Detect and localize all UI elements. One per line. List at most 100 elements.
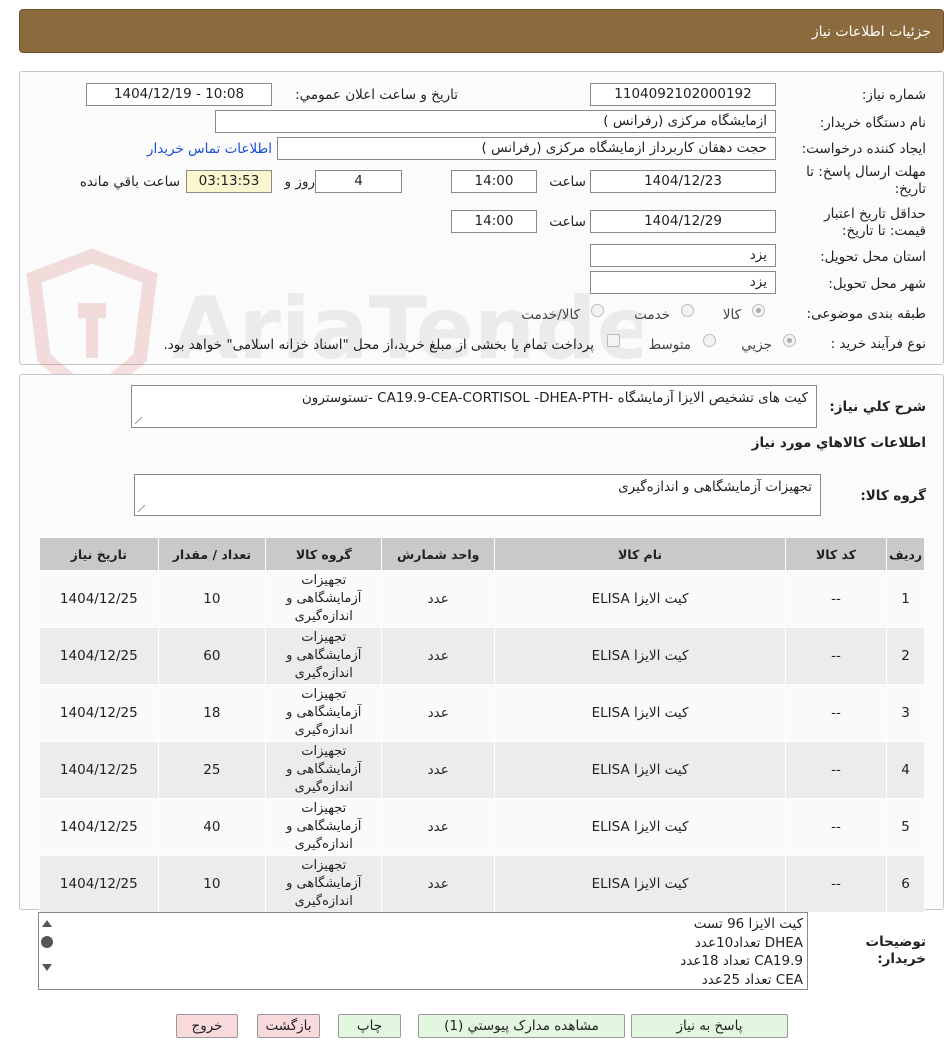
- cell-row: 2: [886, 627, 925, 685]
- cell-qty: 10: [157, 570, 267, 628]
- cell-group: تجهیزات آزمایشگاهی و اندازه‌گیری: [265, 741, 383, 799]
- cell-date: 1404/12/25: [39, 855, 159, 913]
- cell-unit: عدد: [381, 855, 496, 913]
- validity-date-field: 1404/12/29: [590, 210, 776, 233]
- cell-name: کیت الایزا ELISA: [494, 741, 786, 799]
- need-number-field: 1104092102000192: [590, 83, 776, 106]
- deadline-time-field: 14:00: [451, 170, 537, 193]
- category-radio-service[interactable]: [681, 304, 694, 317]
- cell-row: 3: [886, 684, 925, 742]
- buyer-notes-line: DHEA تعداد10عدد: [694, 934, 803, 951]
- exit-button[interactable]: خروج: [176, 1014, 238, 1038]
- scroll-up-arrow-icon[interactable]: [42, 920, 52, 927]
- province-label: استان محل تحويل:: [820, 249, 926, 265]
- cell-unit: عدد: [381, 570, 496, 628]
- buyer-notes-line: CEA تعداد 25عدد: [701, 971, 803, 988]
- category-label: طبقه بندی موضوعی:: [806, 306, 926, 322]
- treasury-payment-checkbox[interactable]: [607, 334, 620, 347]
- cell-name: کیت الایزا ELISA: [494, 798, 786, 856]
- col-unit: واحد شمارش: [381, 537, 496, 571]
- deadline-label: مهلت ارسال پاسخ: تا تاريخ:: [806, 164, 926, 197]
- validity-time-label: ساعت: [549, 214, 586, 230]
- description-label: شرح کلي نياز:: [829, 399, 926, 415]
- buyer-org-field: ازمایشگاه مرکزی (رفرانس ): [215, 110, 776, 133]
- table-row: 6 -- کیت الایزا ELISA عدد تجهیزات آزمایش…: [39, 855, 925, 913]
- col-code: کد کالا: [784, 537, 888, 571]
- col-name: نام کالا: [494, 537, 786, 571]
- table-row: 1 -- کیت الایزا ELISA عدد تجهیزات آزمایش…: [39, 570, 925, 628]
- cell-date: 1404/12/25: [39, 627, 159, 685]
- cell-code: --: [784, 684, 888, 742]
- announce-datetime-field: 1404/12/19 - 10:08: [86, 83, 272, 106]
- cell-date: 1404/12/25: [39, 798, 159, 856]
- category-option-goods-service: کالا/خدمت: [521, 307, 580, 323]
- process-radio-partial[interactable]: [783, 334, 796, 347]
- cell-group: تجهیزات آزمایشگاهی و اندازه‌گیری: [265, 798, 383, 856]
- days-remaining-field: 4: [315, 170, 402, 193]
- cell-qty: 18: [157, 684, 267, 742]
- days-label: روز و: [284, 174, 315, 190]
- deadline-date-field: 1404/12/23: [590, 170, 776, 193]
- cell-unit: عدد: [381, 741, 496, 799]
- category-radio-goods[interactable]: [752, 304, 765, 317]
- buyer-org-label: نام دستگاه خريدار:: [819, 115, 926, 131]
- col-row: رديف: [886, 537, 925, 571]
- buyer-contact-link[interactable]: اطلاعات تماس خريدار: [147, 141, 272, 157]
- resize-grip-icon[interactable]: [135, 417, 142, 424]
- cell-date: 1404/12/25: [39, 741, 159, 799]
- cell-qty: 25: [157, 741, 267, 799]
- cell-date: 1404/12/25: [39, 684, 159, 742]
- need-number-label: شماره نیاز:: [861, 87, 926, 103]
- scroll-down-arrow-icon[interactable]: [42, 964, 52, 971]
- table-row: 5 -- کیت الایزا ELISA عدد تجهیزات آزمایش…: [39, 798, 925, 856]
- cell-unit: عدد: [381, 627, 496, 685]
- city-field: یزد: [590, 271, 776, 294]
- category-option-goods: کالا: [722, 307, 741, 323]
- goods-group-text: تجهیزات آزمایشگاهی و اندازه‌گیری: [618, 479, 812, 495]
- treasury-payment-note: پرداخت تمام يا بخشی از مبلغ خريد،از محل …: [163, 337, 594, 353]
- page-header: جزئیات اطلاعات نیاز: [19, 9, 944, 53]
- cell-code: --: [784, 855, 888, 913]
- cell-group: تجهیزات آزمایشگاهی و اندازه‌گیری: [265, 570, 383, 628]
- description-textarea[interactable]: کیت های تشخیص الایزا آزمایشگاه -CA19.9-C…: [131, 385, 817, 428]
- view-attachments-button[interactable]: مشاهده مدارک پيوستي (1): [418, 1014, 625, 1038]
- validity-time-field: 14:00: [451, 210, 537, 233]
- cell-row: 5: [886, 798, 925, 856]
- category-option-service: خدمت: [634, 307, 670, 323]
- cell-name: کیت الایزا ELISA: [494, 627, 786, 685]
- category-radio-goods-service[interactable]: [591, 304, 604, 317]
- print-button[interactable]: چاپ: [338, 1014, 401, 1038]
- cell-unit: عدد: [381, 684, 496, 742]
- cell-group: تجهیزات آزمایشگاهی و اندازه‌گیری: [265, 627, 383, 685]
- city-label: شهر محل تحويل:: [828, 276, 926, 292]
- creator-field: حجت دهقان کاربرداز ازمایشگاه مرکزی (رفرا…: [277, 137, 776, 160]
- buyer-notes-label: توضيحات خريدار:: [865, 934, 926, 967]
- announce-label: تاریخ و ساعت اعلان عمومي:: [295, 87, 458, 103]
- cell-unit: عدد: [381, 798, 496, 856]
- deadline-time-label: ساعت: [549, 174, 586, 190]
- buyer-notes-textarea[interactable]: کیت الایزا 96 تست DHEA تعداد10عدد CA19.9…: [38, 912, 808, 990]
- cell-qty: 10: [157, 855, 267, 913]
- process-option-partial: جزيي: [741, 337, 772, 353]
- cell-name: کیت الایزا ELISA: [494, 684, 786, 742]
- table-header-row: رديف کد کالا نام کالا واحد شمارش گروه کا…: [39, 537, 925, 571]
- cell-code: --: [784, 570, 888, 628]
- cell-group: تجهیزات آزمایشگاهی و اندازه‌گیری: [265, 855, 383, 913]
- notes-scrollbar[interactable]: [38, 914, 56, 988]
- back-button[interactable]: بازگشت: [257, 1014, 320, 1038]
- reply-button[interactable]: پاسخ به نياز: [631, 1014, 788, 1038]
- cell-name: کیت الایزا ELISA: [494, 855, 786, 913]
- process-radio-medium[interactable]: [703, 334, 716, 347]
- process-option-medium: متوسط: [648, 337, 691, 353]
- cell-code: --: [784, 627, 888, 685]
- col-qty: تعداد / مقدار: [157, 537, 267, 571]
- description-text: کیت های تشخیص الایزا آزمایشگاه -CA19.9-C…: [301, 390, 808, 406]
- scroll-thumb[interactable]: [41, 936, 53, 948]
- cell-code: --: [784, 741, 888, 799]
- table-row: 4 -- کیت الایزا ELISA عدد تجهیزات آزمایش…: [39, 741, 925, 799]
- resize-grip-icon[interactable]: [138, 505, 145, 512]
- items-table: رديف کد کالا نام کالا واحد شمارش گروه کا…: [39, 537, 925, 913]
- cell-name: کیت الایزا ELISA: [494, 570, 786, 628]
- cell-row: 4: [886, 741, 925, 799]
- goods-group-textarea[interactable]: تجهیزات آزمایشگاهی و اندازه‌گیری: [134, 474, 821, 516]
